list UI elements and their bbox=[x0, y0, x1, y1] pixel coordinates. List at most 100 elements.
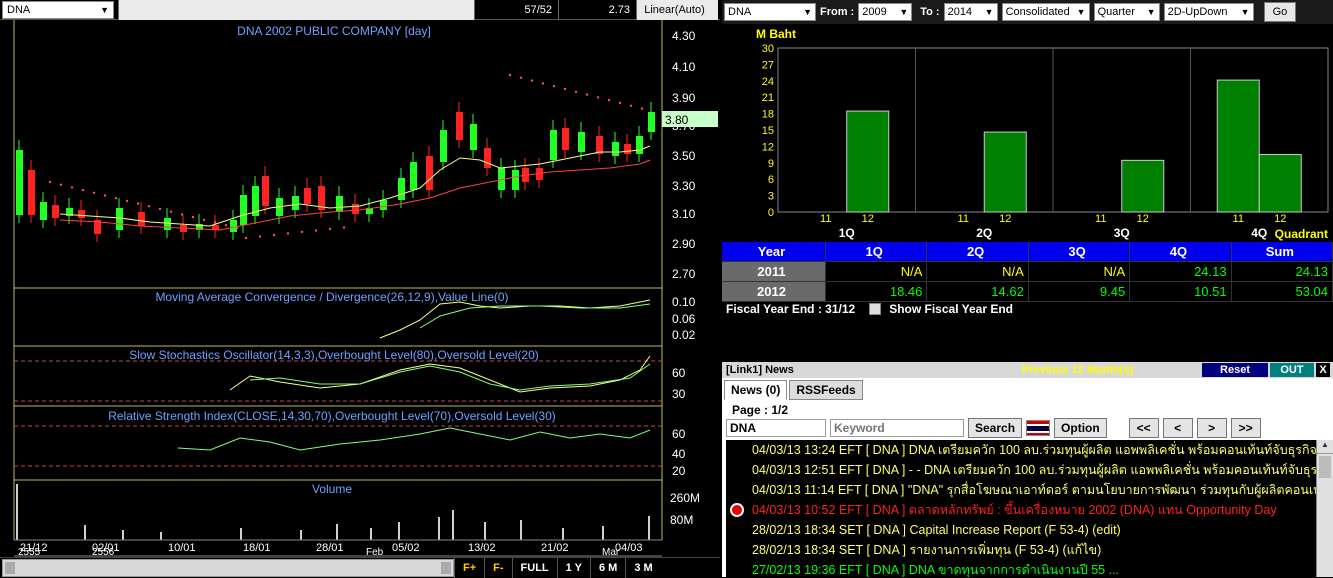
sar-dot bbox=[314, 229, 318, 232]
macd-signal-line bbox=[419, 303, 651, 329]
scroll-left-icon[interactable] bbox=[5, 561, 15, 574]
cell-value: 9.45 bbox=[1028, 282, 1131, 302]
horizontal-scrollbar[interactable] bbox=[2, 558, 454, 577]
cell-value: 53.04 bbox=[1231, 282, 1333, 302]
range-full-button[interactable]: FULL bbox=[511, 557, 557, 578]
fin-symbol-select[interactable]: DNA ▼ bbox=[724, 3, 816, 21]
previous-period-label: Previous 12 Month(s) bbox=[1022, 364, 1134, 376]
sar-dot bbox=[70, 186, 74, 189]
to-year-value: 2014 bbox=[947, 6, 973, 18]
search-button[interactable]: Search bbox=[968, 418, 1023, 438]
news-item[interactable]: 28/02/13 18:34 SET [ DNA ] รายงานการเพิ่… bbox=[726, 540, 1316, 560]
news-item[interactable]: 28/02/13 18:34 SET [ DNA ] Capital Incre… bbox=[726, 520, 1316, 540]
go-button[interactable]: Go bbox=[1263, 2, 1297, 22]
close-icon[interactable]: X bbox=[1316, 363, 1330, 377]
first-page-button[interactable]: << bbox=[1128, 418, 1159, 438]
header-q3: 3Q bbox=[1028, 242, 1131, 262]
volume-bar bbox=[438, 517, 440, 540]
news-vertical-scrollbar[interactable]: ▲ bbox=[1316, 440, 1333, 577]
rsi-tick: 40 bbox=[672, 447, 686, 461]
news-item[interactable]: 04/03/13 13:24 EFT [ DNA ] DNA เตรียมควั… bbox=[726, 440, 1316, 460]
scroll-up-icon[interactable]: ▲ bbox=[1317, 440, 1333, 454]
macd-tick: 0.02 bbox=[672, 328, 696, 342]
from-year-value: 2009 bbox=[862, 6, 887, 18]
scroll-thumb[interactable] bbox=[1319, 456, 1331, 478]
year-tick: 2555 bbox=[18, 547, 41, 557]
sar-dot bbox=[92, 191, 96, 194]
date-tick: 18/01 bbox=[243, 542, 271, 554]
news-item[interactable]: 04/03/13 11:14 EFT [ DNA ] "DNA" รุกสื่อ… bbox=[726, 480, 1316, 500]
candle-body bbox=[352, 204, 359, 214]
candle-body bbox=[292, 196, 299, 210]
to-year-select[interactable]: 2014 ▼ bbox=[943, 3, 998, 21]
sar-dot bbox=[541, 82, 545, 85]
category-label: 4Q bbox=[1251, 226, 1267, 240]
candle-body bbox=[484, 148, 491, 168]
range-6m-button[interactable]: 6 M bbox=[589, 557, 625, 578]
rsi-label: Relative Strength Index(CLOSE,14,30,70),… bbox=[108, 409, 556, 423]
news-titlebar: [Link1] News Previous 12 Month(s) Reset … bbox=[722, 362, 1333, 378]
option-button[interactable]: Option bbox=[1054, 418, 1107, 438]
category-label: 1Q bbox=[839, 226, 855, 240]
candle-body bbox=[138, 212, 145, 226]
tab-rssfeeds[interactable]: RSSFeeds bbox=[789, 380, 863, 400]
sar-dot bbox=[224, 224, 228, 227]
news-item[interactable]: 04/03/13 10:52 EFT [ DNA ] ตลาดหลักทรัพย… bbox=[726, 500, 1316, 520]
date-tick: 21/02 bbox=[541, 542, 569, 554]
candle-body bbox=[596, 136, 603, 154]
y-tick-label: 12 bbox=[762, 141, 774, 153]
sar-dot bbox=[136, 202, 140, 205]
cell-value: 24.13 bbox=[1130, 262, 1232, 282]
prev-page-button[interactable]: < bbox=[1162, 418, 1193, 438]
chart-type-select[interactable]: 2D-UpDown ▼ bbox=[1163, 3, 1254, 21]
volume-bar bbox=[484, 522, 486, 540]
price-indicator-chart: DNA 2002 PUBLIC COMPANY [day] Moving Ave… bbox=[13, 20, 718, 557]
row-year: 2011 bbox=[722, 262, 826, 282]
news-symbol-input[interactable] bbox=[726, 419, 826, 437]
candle-body bbox=[648, 112, 655, 132]
tab-news[interactable]: News (0) bbox=[724, 380, 788, 400]
sar-dot bbox=[191, 215, 195, 219]
range-3m-button[interactable]: 3 M bbox=[625, 557, 660, 578]
macd-tick: 0.10 bbox=[672, 295, 696, 309]
symbol-select[interactable]: DNA ▼ bbox=[2, 1, 114, 19]
sar-dot bbox=[244, 236, 248, 240]
zoom-in-button[interactable]: F+ bbox=[454, 557, 484, 578]
header-q2: 2Q bbox=[927, 242, 1029, 262]
keyword-input[interactable] bbox=[830, 419, 964, 437]
ratio-readout: 57/52 bbox=[474, 0, 558, 20]
news-item-text: 04/03/13 12:51 EFT [ DNA ] - - DNA เตรีย… bbox=[752, 463, 1316, 477]
category-label: 2Q bbox=[976, 226, 992, 240]
sar-dot bbox=[158, 207, 162, 211]
next-page-button[interactable]: > bbox=[1196, 418, 1227, 438]
reset-button[interactable]: Reset bbox=[1202, 363, 1268, 377]
month-tick: Feb bbox=[366, 547, 384, 557]
candle-body bbox=[336, 196, 343, 212]
from-year-select[interactable]: 2009 ▼ bbox=[858, 3, 913, 21]
volume-bar bbox=[398, 522, 400, 540]
news-item-text: 04/03/13 11:14 EFT [ DNA ] "DNA" รุกสื่อ… bbox=[752, 483, 1316, 497]
language-flag-icon[interactable] bbox=[1026, 420, 1051, 436]
candle-body bbox=[562, 128, 569, 150]
show-fiscal-checkbox[interactable] bbox=[869, 303, 882, 315]
price-tag: 3.80 bbox=[665, 113, 689, 127]
sar-dot bbox=[574, 90, 578, 94]
out-button[interactable]: OUT bbox=[1270, 363, 1314, 377]
news-item[interactable]: 04/03/13 12:51 EFT [ DNA ] - - DNA เตรีย… bbox=[726, 460, 1316, 480]
mode-select[interactable]: Consolidated ▼ bbox=[1001, 3, 1090, 21]
price-tick: 2.90 bbox=[672, 237, 696, 251]
candle-body bbox=[262, 176, 269, 206]
period-select[interactable]: Quarter ▼ bbox=[1093, 3, 1160, 21]
sar-dot bbox=[508, 73, 512, 77]
last-page-button[interactable]: >> bbox=[1230, 418, 1261, 438]
zoom-out-button[interactable]: F- bbox=[484, 557, 511, 578]
scale-select[interactable]: Linear(Auto) bbox=[636, 0, 718, 20]
scroll-right-icon[interactable] bbox=[441, 561, 451, 574]
volume-bar bbox=[16, 484, 18, 540]
news-item[interactable]: 27/02/13 19:36 EFT [ DNA ] DNA ขาดทุนจาก… bbox=[726, 560, 1316, 577]
chevron-down-icon: ▼ bbox=[899, 7, 909, 17]
sar-dot bbox=[103, 194, 107, 197]
volume-bar bbox=[160, 532, 162, 540]
chevron-down-icon: ▼ bbox=[803, 7, 812, 17]
range-1y-button[interactable]: 1 Y bbox=[556, 557, 590, 578]
